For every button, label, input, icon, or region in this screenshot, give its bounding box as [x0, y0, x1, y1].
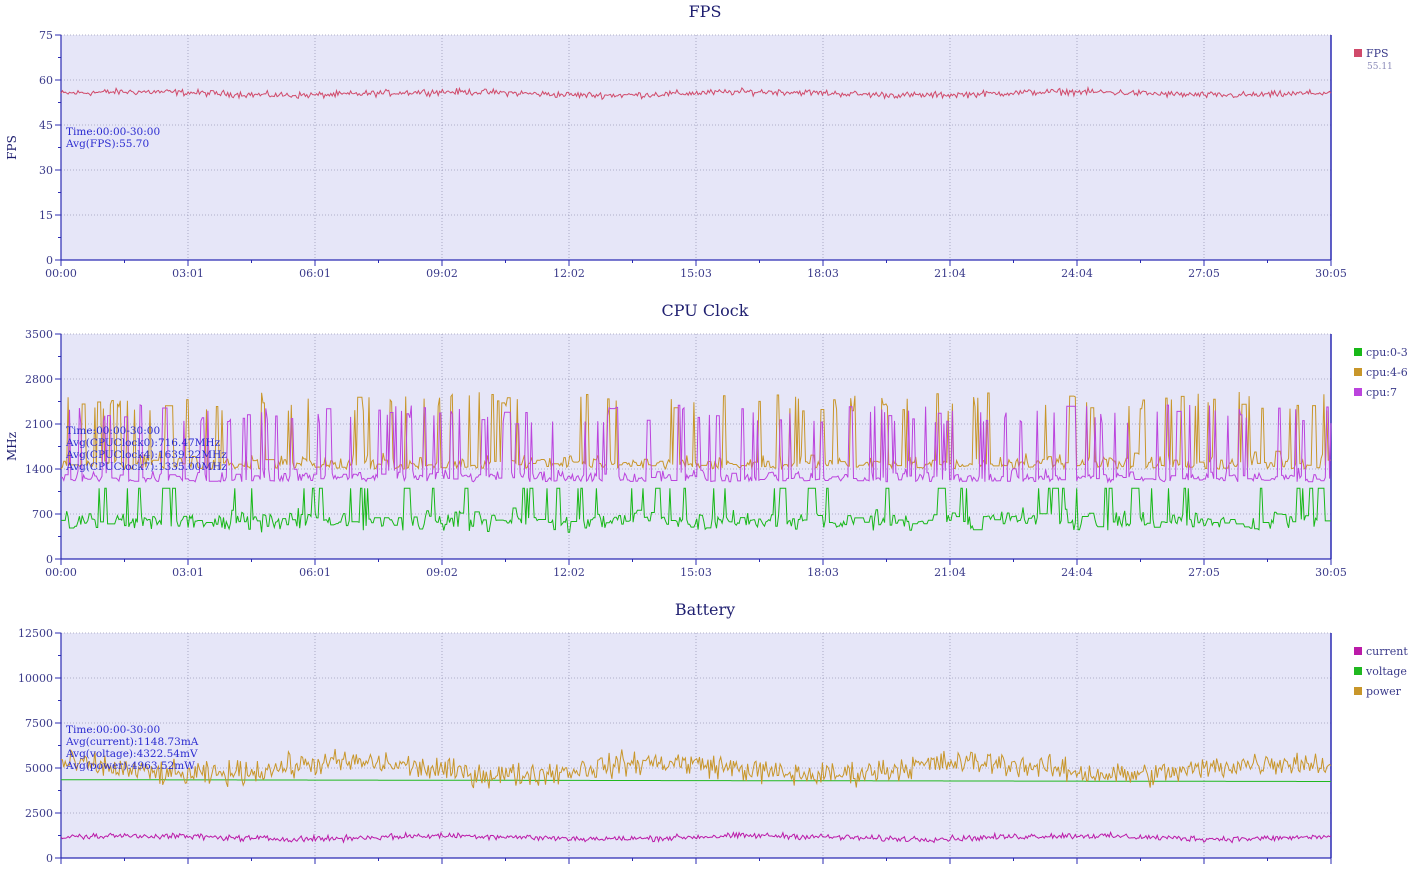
- chart-title: Battery: [675, 600, 735, 619]
- legend-label: power: [1366, 685, 1402, 698]
- legend-item-current[interactable]: current: [1354, 645, 1408, 658]
- annotation-line: Avg(CPUClock7):1335.00MHz: [65, 461, 227, 473]
- x-tick-label: 21:04: [934, 566, 966, 579]
- y-tick-label: 2500: [25, 807, 53, 820]
- y-tick-label: 2800: [25, 373, 53, 386]
- y-tick-label: 5000: [25, 762, 53, 775]
- chart-title: FPS: [689, 2, 722, 21]
- y-axis-label: FPS: [5, 135, 19, 160]
- y-tick-label: 0: [46, 852, 53, 865]
- annotation-line: Time:00:00-30:00: [66, 425, 160, 437]
- legend-swatch[interactable]: [1354, 368, 1362, 376]
- annotation-line: Avg(power):4963.52mW: [65, 760, 195, 772]
- y-tick-label: 12500: [18, 627, 53, 640]
- legend-swatch[interactable]: [1354, 348, 1362, 356]
- x-tick-label: 30:05: [1315, 566, 1347, 579]
- x-tick-label: 21:04: [934, 267, 966, 280]
- legend-swatch[interactable]: [1354, 667, 1362, 675]
- y-axis-label: MHz: [5, 432, 19, 461]
- legend-label: voltage: [1365, 665, 1407, 678]
- y-tick-label: 7500: [25, 717, 53, 730]
- x-tick-label: 09:02: [426, 566, 458, 579]
- legend-label: cpu:7: [1366, 386, 1397, 399]
- legend-swatch[interactable]: [1354, 687, 1362, 695]
- chart-cpu: CPU Clock 0 700 1400 2100 2800 3500 00:00 03:01 0…: [5, 301, 1408, 579]
- x-tick-label: 00:00: [45, 566, 77, 579]
- x-tick-label: 15:03: [680, 267, 712, 280]
- chart-title: CPU Clock: [662, 301, 749, 320]
- legend-item-voltage[interactable]: voltage: [1354, 665, 1407, 678]
- legend-item-cpu-4-6[interactable]: cpu:4-6: [1354, 366, 1408, 379]
- x-tick-label: 27:05: [1188, 267, 1220, 280]
- x-tick-label: 18:03: [807, 267, 839, 280]
- y-tick-label: 75: [39, 29, 53, 42]
- annotation-line: Time:00:00-30:00: [66, 126, 160, 138]
- legend-label: current: [1366, 645, 1408, 658]
- x-tick-label: 12:02: [553, 566, 585, 579]
- y-tick-label: 45: [39, 119, 53, 132]
- annotation-line: Avg(voltage):4322.54mV: [65, 748, 198, 760]
- x-tick-label: 15:03: [680, 566, 712, 579]
- x-tick-label: 12:02: [553, 267, 585, 280]
- y-tick-label: 700: [32, 508, 53, 521]
- legend-swatch[interactable]: [1354, 388, 1362, 396]
- x-tick-label: 27:05: [1188, 566, 1220, 579]
- legend-swatch[interactable]: [1354, 49, 1362, 57]
- legend-item-cpu-0-3[interactable]: cpu:0-3: [1354, 346, 1408, 359]
- y-tick-label: 1400: [25, 463, 53, 476]
- annotation-line: Avg(CPUClock4):1639.22MHz: [65, 449, 227, 461]
- x-tick-label: 03:01: [172, 566, 204, 579]
- annotation-line: Avg(current):1148.73mA: [65, 736, 199, 748]
- chart-battery: Battery 0 2500 5000 7500 10000 12500 Time:00:00…: [18, 600, 1408, 865]
- y-tick-label: 0: [46, 553, 53, 566]
- annotation-line: Avg(FPS):55.70: [65, 138, 149, 150]
- legend-label: FPS: [1366, 47, 1389, 60]
- y-tick-label: 3500: [25, 328, 53, 341]
- legend-item-FPS[interactable]: FPS 55.11: [1354, 47, 1393, 72]
- x-tick-label: 24:04: [1061, 566, 1093, 579]
- y-tick-label: 0: [46, 254, 53, 267]
- chart-fps: FPS 0 15 30 45 60 75 00:00 03:01 06:01 09:02 12:02 1…: [5, 2, 1393, 280]
- legend-item-power[interactable]: power: [1354, 685, 1402, 698]
- legend-value: 55.11: [1367, 62, 1393, 72]
- y-tick-label: 30: [39, 164, 53, 177]
- legend-label: cpu:4-6: [1366, 366, 1408, 379]
- legend-swatch[interactable]: [1354, 647, 1362, 655]
- x-tick-label: 06:01: [299, 267, 331, 280]
- x-tick-label: 06:01: [299, 566, 331, 579]
- annotation-line: Avg(CPUClock0):716.47MHz: [65, 437, 221, 449]
- x-tick-label: 09:02: [426, 267, 458, 280]
- performance-charts: FPS 0 15 30 45 60 75 00:00 03:01 06:01 09:02 12:02 1…: [5, 2, 1408, 865]
- legend-label: cpu:0-3: [1366, 346, 1408, 359]
- y-tick-label: 15: [39, 209, 53, 222]
- annotation-line: Time:00:00-30:00: [66, 724, 160, 736]
- x-tick-label: 00:00: [45, 267, 77, 280]
- x-tick-label: 18:03: [807, 566, 839, 579]
- y-tick-label: 60: [39, 74, 53, 87]
- x-tick-label: 30:05: [1315, 267, 1347, 280]
- x-tick-label: 24:04: [1061, 267, 1093, 280]
- x-tick-label: 03:01: [172, 267, 204, 280]
- y-tick-label: 10000: [18, 672, 53, 685]
- legend-item-cpu-7[interactable]: cpu:7: [1354, 386, 1397, 399]
- y-tick-label: 2100: [25, 418, 53, 431]
